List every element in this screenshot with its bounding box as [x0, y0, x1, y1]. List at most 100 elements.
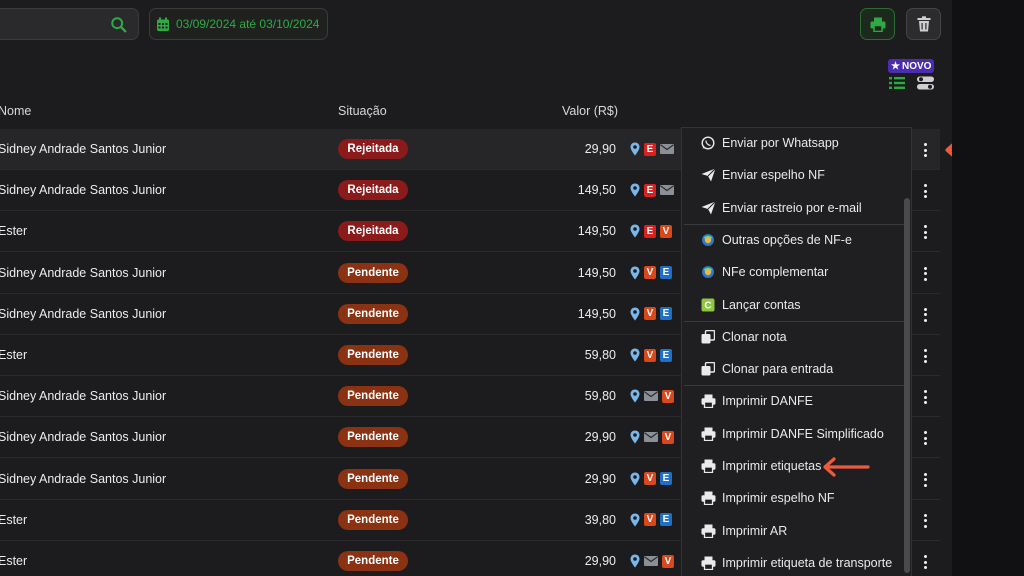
menu-item-clonar-para-entrada[interactable]: Clonar para entrada	[682, 353, 905, 385]
menu-item-imprimir-danfe-simplificado[interactable]: Imprimir DANFE Simplificado	[682, 418, 905, 450]
email-icon[interactable]	[660, 144, 674, 154]
customer-name: Sidney Andrade Santos Junior	[0, 306, 167, 321]
email-icon[interactable]	[644, 556, 658, 566]
clone-icon	[700, 329, 716, 345]
location-pin-icon[interactable]	[630, 266, 640, 280]
customer-name: Sidney Andrade Santos Junior	[0, 471, 167, 486]
row-status-icons: VE	[630, 307, 672, 321]
row-actions-kebab-icon[interactable]	[920, 347, 930, 365]
print-button[interactable]	[860, 8, 895, 40]
invoice-value: 59,80	[584, 389, 616, 404]
toggle-view-icon[interactable]	[917, 76, 934, 90]
nfe-v-badge[interactable]: V	[662, 554, 674, 568]
status-badge: Pendente	[338, 386, 408, 407]
nfe-v-badge[interactable]: V	[644, 266, 656, 280]
nfe-e-badge[interactable]: E	[644, 142, 656, 156]
menu-item-enviar-rastreio-por-e-mail[interactable]: Enviar rastreio por e-mail	[682, 192, 905, 224]
email-icon[interactable]	[644, 391, 658, 402]
menu-item-label: Enviar por Whatsapp	[722, 136, 839, 150]
menu-item-imprimir-espelho-nf[interactable]: Imprimir espelho NF	[682, 482, 905, 514]
location-pin-icon[interactable]	[630, 142, 640, 156]
row-actions-kebab-icon[interactable]	[920, 388, 930, 406]
nfe-v-badge[interactable]: V	[662, 389, 674, 403]
column-header-value[interactable]: Valor (R$)	[562, 104, 618, 118]
column-header-name[interactable]: Nome	[0, 104, 31, 118]
menu-item-lancar-contas[interactable]: C Lançar contas	[682, 289, 905, 321]
location-pin-icon[interactable]	[630, 389, 640, 403]
menu-item-enviar-espelho-nf[interactable]: Enviar espelho NF	[682, 159, 905, 191]
row-status-icons: VE	[630, 513, 672, 527]
nfe-v-badge[interactable]: V	[644, 307, 656, 321]
location-pin-icon[interactable]	[630, 307, 640, 321]
menu-item-imprimir-etiquetas[interactable]: Imprimir etiquetas	[682, 450, 905, 482]
location-pin-icon[interactable]	[630, 430, 640, 444]
row-actions-kebab-icon[interactable]	[920, 265, 930, 283]
nfe-e-badge[interactable]: E	[644, 224, 656, 238]
row-actions-kebab-icon[interactable]	[920, 553, 930, 571]
row-actions-kebab-icon[interactable]	[920, 429, 930, 447]
row-actions-kebab-icon[interactable]	[920, 512, 930, 530]
search-input[interactable]	[0, 8, 139, 40]
nfe-v-badge[interactable]: V	[644, 513, 656, 527]
nfe-e-badge[interactable]: E	[660, 307, 672, 321]
list-view-icon[interactable]	[889, 76, 905, 90]
row-actions-menu: Enviar por Whatsapp Enviar espelho NF En…	[681, 127, 912, 576]
location-pin-icon[interactable]	[630, 513, 640, 527]
nfe-e-badge[interactable]: E	[660, 472, 672, 486]
status-badge: Pendente	[338, 262, 408, 283]
date-range-filter[interactable]: 03/09/2024 até 03/10/2024	[149, 8, 328, 40]
nfe-v-badge[interactable]: V	[644, 472, 656, 486]
menu-scrollbar[interactable]	[904, 198, 910, 573]
status-badge: Pendente	[338, 551, 408, 571]
row-status-icons: V	[630, 554, 674, 568]
row-actions-kebab-icon[interactable]	[920, 223, 930, 241]
menu-item-imprimir-danfe[interactable]: Imprimir DANFE	[682, 385, 905, 417]
nfe-v-badge[interactable]: V	[662, 430, 674, 444]
window-background	[952, 0, 1024, 576]
location-pin-icon[interactable]	[630, 554, 640, 568]
whatsapp-icon	[700, 135, 716, 151]
row-actions-kebab-icon[interactable]	[920, 471, 930, 489]
customer-name: Sidney Andrade Santos Junior	[0, 142, 167, 156]
location-pin-icon[interactable]	[630, 472, 640, 486]
row-actions-kebab-icon[interactable]	[920, 306, 930, 324]
printer-icon	[700, 393, 716, 409]
row-status-icons: E	[630, 183, 674, 197]
nfe-e-badge[interactable]: E	[644, 183, 656, 197]
menu-item-clonar-nota[interactable]: Clonar nota	[682, 321, 905, 353]
menu-item-label: Imprimir AR	[722, 523, 788, 538]
invoice-value: 29,90	[584, 554, 616, 568]
row-actions-kebab-icon[interactable]	[920, 141, 930, 159]
contas-icon: C	[700, 297, 716, 313]
annotation-arrow-icon	[823, 457, 870, 477]
customer-name: Sidney Andrade Santos Junior	[0, 430, 167, 445]
invoice-value: 149,50	[577, 306, 616, 321]
app-window: 03/09/2024 até 03/10/2024 ★ NOVO Nome Si…	[0, 0, 952, 576]
trash-icon	[917, 16, 930, 32]
location-pin-icon[interactable]	[630, 224, 640, 238]
svg-text:C: C	[704, 300, 711, 311]
location-pin-icon[interactable]	[630, 348, 640, 362]
menu-item-imprimir-etiqueta-de-transporte[interactable]: Imprimir etiqueta de transporte	[682, 547, 905, 576]
location-pin-icon[interactable]	[630, 183, 640, 197]
menu-item-imprimir-ar[interactable]: Imprimir AR	[682, 515, 905, 547]
column-header-status[interactable]: Situação	[338, 104, 387, 118]
view-toggle	[889, 76, 934, 90]
nfe-e-badge[interactable]: E	[660, 348, 672, 362]
delete-button[interactable]	[906, 8, 941, 40]
menu-item-enviar-por-whatsapp[interactable]: Enviar por Whatsapp	[682, 127, 905, 159]
row-status-icons: V	[630, 389, 674, 403]
invoice-value: 29,90	[584, 142, 616, 156]
nfe-v-badge[interactable]: V	[660, 224, 672, 238]
email-icon[interactable]	[660, 185, 674, 196]
row-status-icons: VE	[630, 348, 672, 362]
menu-item-outras-opcoes-de-nf-e[interactable]: Outras opções de NF-e	[682, 224, 905, 256]
nfe-e-badge[interactable]: E	[660, 513, 672, 527]
menu-item-nfe-complementar[interactable]: NFe complementar	[682, 256, 905, 288]
email-icon[interactable]	[644, 432, 658, 443]
invoice-value: 59,80	[584, 348, 616, 362]
nfe-e-badge[interactable]: E	[660, 266, 672, 280]
row-actions-kebab-icon[interactable]	[920, 182, 930, 200]
nfe-v-badge[interactable]: V	[644, 348, 656, 362]
new-feature-badge: ★ NOVO	[888, 59, 935, 73]
